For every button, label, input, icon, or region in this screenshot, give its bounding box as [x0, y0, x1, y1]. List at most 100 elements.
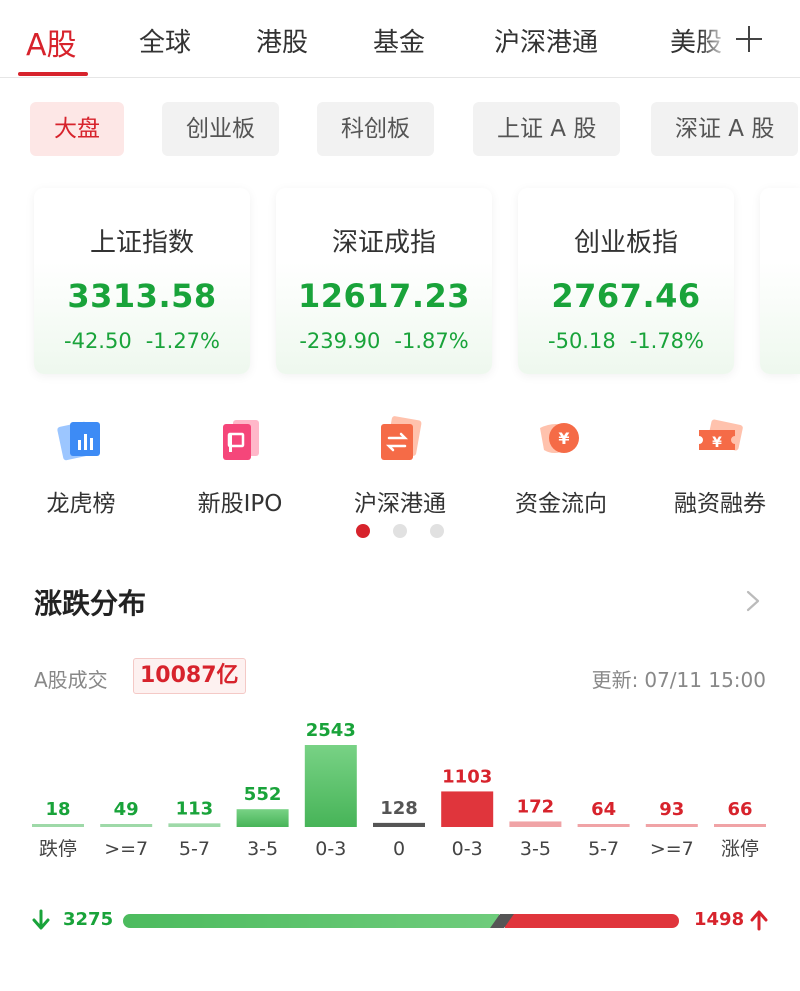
subtab-shanghai-a[interactable]: 上证 A 股	[473, 102, 621, 156]
quick-entry-label: 融资融券	[674, 491, 766, 517]
subtab-market-overview[interactable]: 大盘	[30, 102, 124, 156]
quick-entry-capital-flow[interactable]: ¥ 资金流向	[496, 412, 626, 518]
carousel-dot[interactable]	[393, 524, 407, 538]
stock-connect-icon	[381, 416, 422, 460]
carousel-dot[interactable]	[430, 524, 444, 538]
distribution-bar	[236, 809, 289, 827]
distribution-bar-value: 2543	[306, 720, 356, 741]
tab-global[interactable]: 全球	[139, 22, 191, 59]
distribution-bar	[441, 791, 494, 827]
index-change-percent: -1.87%	[394, 329, 469, 353]
quick-entry-dragon-tiger[interactable]: 龙虎榜	[16, 412, 146, 518]
subtab-star-market[interactable]: 科创板	[317, 102, 434, 156]
market-tab-bar: A股 全球 港股 基金 沪深港通 美股	[0, 0, 800, 78]
decliners-bar	[123, 914, 499, 928]
down-arrow-icon	[32, 909, 50, 930]
distribution-bar-value: 172	[517, 796, 555, 817]
index-card-shenzhen[interactable]: 深证成指 12617.23 -239.90 -1.87%	[276, 188, 492, 374]
update-time: 更新: 07/11 15:00	[592, 664, 766, 693]
up-arrow-icon	[750, 910, 768, 931]
decliners-count: 3275	[63, 909, 114, 930]
rise-fall-distribution-chart: 18 跌停 49 >=7 113 5-7 552 3-5 2543 0-3 128 0 1103 0-3 1…	[32, 720, 766, 860]
quick-entry-label: 沪深港通	[354, 491, 446, 517]
index-change-percent: -1.27%	[145, 329, 220, 353]
update-timestamp: 07/11 15:00	[644, 668, 766, 692]
distribution-category-label: >=7	[104, 838, 148, 860]
index-change-percent: -1.78%	[629, 329, 704, 353]
distribution-category-label: 0-3	[315, 838, 346, 860]
distribution-category-label: 3-5	[247, 838, 278, 860]
quick-entry-stock-connect[interactable]: 沪深港通	[335, 412, 465, 518]
turnover-label: A股成交	[34, 668, 108, 692]
advance-decline-bar	[123, 914, 679, 928]
subtab-shenzhen-a[interactable]: 深证 A 股	[651, 102, 799, 156]
active-tab-indicator	[18, 72, 88, 76]
tab-funds[interactable]: 基金	[373, 22, 425, 59]
advancers-bar	[504, 914, 679, 928]
chevron-right-icon[interactable]	[744, 590, 762, 612]
tab-overflow-fade	[700, 10, 730, 70]
distribution-bar-value: 66	[727, 799, 752, 820]
tab-a-shares[interactable]: A股	[26, 20, 77, 64]
distribution-bar-value: 1103	[442, 766, 492, 787]
index-value: 3313.58	[67, 277, 217, 315]
quick-entry-new-ipo[interactable]: 新股IPO	[175, 412, 305, 518]
dragon-tiger-list-icon	[57, 421, 100, 461]
index-card-shanghai[interactable]: 上证指数 3313.58 -42.50 -1.27%	[34, 188, 250, 374]
index-change: -239.90 -1.87%	[276, 329, 492, 353]
index-card-partial[interactable]	[760, 188, 800, 374]
tab-stock-connect[interactable]: 沪深港通	[494, 22, 598, 59]
svg-text:¥: ¥	[558, 429, 569, 448]
index-change-points: -42.50	[64, 329, 132, 353]
distribution-category-label: 3-5	[520, 838, 551, 860]
turnover-value: 10087亿	[133, 658, 246, 694]
index-card-chinext[interactable]: 创业板指 2767.46 -50.18 -1.78%	[518, 188, 734, 374]
distribution-bar-value: 128	[380, 798, 418, 819]
distribution-bar	[509, 821, 562, 827]
index-change: -50.18 -1.78%	[518, 329, 734, 353]
distribution-bar	[577, 824, 630, 827]
distribution-bar-value: 113	[176, 798, 214, 819]
quick-entry-margin-trading[interactable]: ¥ 融资融券	[655, 412, 785, 518]
quick-entry-label: 龙虎榜	[46, 491, 116, 517]
distribution-bar-value: 64	[591, 799, 616, 820]
distribution-bar	[373, 822, 425, 827]
quick-entry-label: 资金流向	[515, 491, 607, 517]
index-change-points: -239.90	[299, 329, 381, 353]
svg-text:¥: ¥	[712, 435, 722, 451]
index-value: 2767.46	[551, 277, 701, 315]
distribution-bar-value: 93	[659, 799, 684, 820]
advancers-count: 1498	[694, 909, 745, 930]
distribution-bar	[304, 745, 357, 827]
distribution-category-label: 跌停	[39, 838, 77, 860]
distribution-category-label: 0	[393, 838, 405, 860]
subtab-chinext[interactable]: 创业板	[162, 102, 279, 156]
new-ipo-icon	[223, 420, 259, 460]
carousel-dot-active[interactable]	[356, 524, 370, 538]
quick-entry-label: 新股IPO	[197, 491, 283, 517]
capital-flow-icon: ¥	[540, 423, 579, 453]
index-value: 12617.23	[297, 277, 470, 315]
distribution-category-label: 5-7	[588, 838, 619, 860]
margin-trading-icon: ¥	[699, 419, 743, 451]
distribution-category-label: 涨停	[721, 838, 759, 860]
distribution-category-label: 0-3	[452, 838, 483, 860]
distribution-bar	[714, 824, 766, 827]
distribution-bar-value: 18	[45, 799, 70, 820]
index-change-points: -50.18	[548, 329, 616, 353]
distribution-category-label: >=7	[650, 838, 694, 860]
update-label: 更新:	[591, 668, 639, 692]
tab-hk-stocks[interactable]: 港股	[256, 22, 308, 59]
distribution-bar	[100, 824, 153, 827]
distribution-category-label: 5-7	[179, 838, 210, 860]
index-name: 创业板指	[573, 228, 678, 258]
distribution-bar	[168, 823, 221, 827]
distribution-bar	[32, 824, 84, 827]
distribution-bar	[645, 824, 698, 827]
index-name: 上证指数	[89, 228, 194, 258]
index-name: 深证成指	[331, 228, 436, 258]
distribution-bar-value: 552	[244, 784, 282, 805]
distribution-bar-value: 49	[114, 799, 139, 820]
index-change: -42.50 -1.27%	[34, 329, 250, 353]
plus-icon[interactable]	[734, 24, 764, 54]
